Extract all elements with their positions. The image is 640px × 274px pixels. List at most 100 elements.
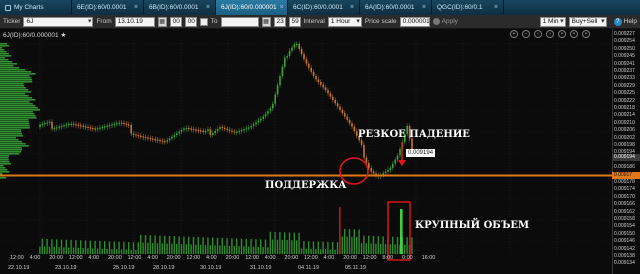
volume-profile-bar [0, 161, 10, 163]
to-date-field[interactable] [220, 16, 259, 27]
volume-bar [377, 236, 379, 254]
tab-strip: My Charts 6E(ID):60/0.0001 × 6B(ID):60/0… [0, 0, 640, 15]
volume-bar [327, 241, 329, 254]
candle-body [48, 121, 51, 123]
apply-button[interactable]: Apply [432, 18, 458, 25]
candle-body [293, 44, 296, 48]
close-icon[interactable]: × [280, 4, 284, 11]
calendar-icon[interactable]: ▦ [261, 16, 271, 27]
volume-profile-bar [0, 141, 23, 143]
tab-chart-6c[interactable]: 6C(ID):60/0.0001 × [288, 0, 360, 15]
volume-bar [236, 238, 238, 254]
candle-body [274, 94, 276, 104]
candle-body [250, 126, 252, 128]
interval-select[interactable]: 1 Hour [327, 16, 362, 27]
candle-body [370, 168, 372, 172]
chart-title: 6J(ID):60/0.000001 ★ [3, 31, 66, 39]
mode-select[interactable]: Buy+Sell [568, 16, 607, 27]
from-date-field[interactable]: 13.10.19 [114, 16, 155, 27]
candle-body [240, 130, 243, 132]
volume-bar [334, 249, 336, 254]
candle-body [192, 128, 195, 131]
candle-body [75, 124, 77, 126]
volume-bar [173, 236, 175, 254]
close-icon[interactable]: × [494, 4, 498, 11]
volume-profile-bar [0, 135, 24, 137]
candle-body [291, 47, 293, 51]
candle-body [396, 155, 399, 160]
time-tick-label: 12:00 [304, 255, 318, 261]
volume-profile-bar [0, 73, 36, 75]
calendar-icon[interactable]: ▦ [157, 16, 167, 27]
nav-right-icon[interactable]: › [546, 30, 554, 38]
candle-body [84, 126, 87, 128]
volume-bar [188, 236, 190, 254]
period-select[interactable]: 1 Min [539, 16, 566, 27]
time-tick-label: 12:00 [68, 255, 83, 261]
help-icon: ? [613, 17, 622, 26]
candle-body [344, 113, 346, 117]
volume-profile-bar [0, 69, 26, 71]
close-icon[interactable]: × [422, 4, 426, 11]
candle-body [68, 123, 70, 125]
volume-profile-bar [0, 87, 26, 89]
price-tick-label: 0.009138 [614, 253, 635, 259]
price-tick-label: 0.009150 [614, 230, 635, 237]
volume-bar [130, 249, 132, 254]
tab-chart-6b[interactable]: 6B(ID):60/0.0001 × [144, 0, 216, 15]
time-tick-label: 4:00 [147, 255, 158, 261]
settings-icon[interactable]: • [558, 30, 566, 38]
tab-chart-6e[interactable]: 6E(ID):60/0.0001 × [72, 0, 144, 15]
volume-bar [392, 236, 394, 254]
volume-bar [281, 239, 283, 254]
zoom-in-icon[interactable]: + [510, 30, 518, 38]
volume-bar [329, 249, 331, 254]
from-hour-field[interactable]: 00 [169, 16, 182, 27]
volume-bar [144, 235, 147, 254]
volume-bar [276, 239, 279, 254]
zoom-out-icon[interactable]: − [522, 30, 530, 38]
candle-body [204, 131, 207, 133]
candle-body [248, 127, 250, 129]
close-icon[interactable]: × [350, 4, 354, 11]
price-chart[interactable] [0, 29, 640, 274]
reset-icon[interactable]: • [570, 30, 578, 38]
candle-body [322, 84, 324, 88]
volume-profile-bar [0, 89, 29, 91]
tab-chart-qgc[interactable]: QGC(ID):60/0.1 × [432, 0, 504, 15]
tab-my-charts[interactable]: My Charts [0, 0, 72, 15]
to-hour-field[interactable]: 23 [273, 16, 286, 27]
from-minute-field[interactable]: 00 [184, 16, 197, 27]
info-icon[interactable]: • [582, 30, 590, 38]
volume-profile-bar [0, 83, 24, 85]
volume-profile-bar [0, 67, 20, 69]
candle-body [243, 129, 245, 131]
candle-body [51, 121, 53, 129]
volume-bar [195, 244, 197, 254]
close-icon[interactable]: × [206, 4, 210, 11]
help-button[interactable]: ? Help [613, 17, 637, 26]
candle-body [303, 54, 305, 60]
volume-bar [75, 240, 77, 254]
volume-profile-bar [0, 111, 33, 113]
chart-panel[interactable]: 6J(ID):60/0.000001 ★ + − ‹ › • • • 0.009… [0, 29, 640, 274]
volume-profile-bar [0, 115, 36, 117]
ticker-select[interactable]: 6J [23, 16, 94, 27]
candle-body [267, 111, 269, 114]
close-icon[interactable]: × [134, 4, 138, 11]
time-tick-label: 20:00 [49, 255, 63, 261]
candle-body [245, 128, 248, 130]
tab-chart-6j[interactable]: 6J(ID):60/0.000001 × [216, 0, 288, 15]
volume-profile-bar [0, 101, 30, 103]
star-icon[interactable]: ★ [60, 32, 66, 39]
candle-body [72, 123, 75, 125]
to-minute-field[interactable]: 59 [288, 16, 301, 27]
candle-body [384, 171, 387, 174]
tab-chart-6a[interactable]: 6A(ID):60/0.0001 × [360, 0, 432, 15]
candle-body [216, 129, 219, 131]
nav-left-icon[interactable]: ‹ [534, 30, 542, 38]
price-scale-field[interactable]: 0.000001 [399, 16, 430, 27]
to-checkbox[interactable] [199, 17, 208, 26]
volume-bar [123, 241, 125, 254]
volume-profile-bar [0, 95, 29, 97]
